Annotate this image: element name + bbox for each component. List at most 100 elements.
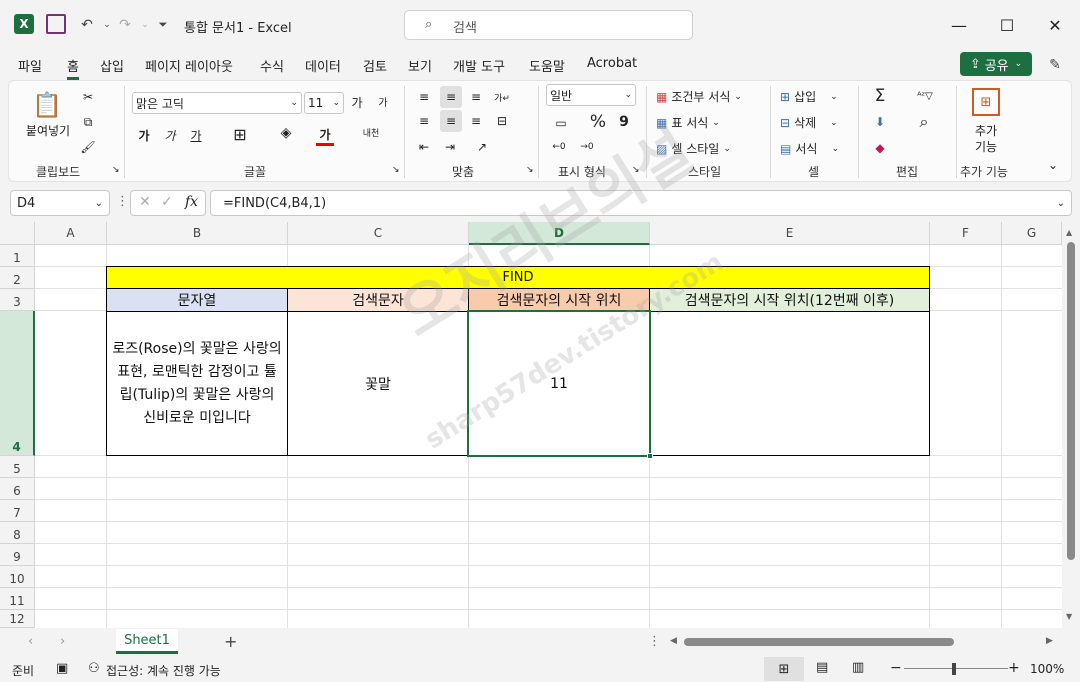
formula-input[interactable]: =FIND(C4,B4,1) ⌄ — [210, 190, 1072, 216]
italic-button[interactable]: 가 — [162, 127, 178, 144]
tab-split-icon[interactable]: ⋮ — [648, 634, 661, 649]
add-ins-icon[interactable]: ⊞ — [972, 88, 1000, 116]
row-header-6[interactable]: 6 — [0, 478, 35, 500]
sort-filter-icon[interactable]: ᴬᶻ▽ — [910, 86, 940, 106]
font-color-button[interactable]: 가 — [316, 126, 334, 146]
tab-insert[interactable]: 삽입 — [100, 56, 124, 75]
increase-indent-icon[interactable]: ⇥ — [440, 138, 460, 156]
row-header-9[interactable]: 9 — [0, 544, 35, 566]
zoom-slider-track[interactable] — [904, 668, 1008, 669]
row-header-5[interactable]: 5 — [0, 456, 35, 478]
column-header-e[interactable]: E — [650, 222, 930, 245]
scroll-left-icon[interactable]: ◀ — [670, 636, 677, 646]
font-launcher-icon[interactable]: ↘ — [392, 165, 400, 175]
clipboard-launcher-icon[interactable]: ↘ — [112, 165, 120, 175]
merge-center-icon[interactable]: ⊟ — [492, 112, 512, 130]
normal-view-icon[interactable]: ⊞ — [764, 657, 804, 681]
add-ins-label-1[interactable]: 추가 — [966, 122, 1006, 139]
tab-view[interactable]: 보기 — [408, 56, 432, 75]
align-center-icon[interactable]: ≡ — [440, 110, 462, 132]
add-sheet-button[interactable]: + — [224, 632, 237, 651]
cancel-icon[interactable]: ✕ — [139, 194, 151, 210]
enter-icon[interactable]: ✓ — [161, 194, 173, 210]
find-select-icon[interactable]: ⌕ — [912, 112, 936, 132]
row-header-3[interactable]: 3 — [0, 289, 35, 311]
sheet-tab-sheet1[interactable]: Sheet1 — [116, 629, 178, 654]
decrease-font-icon[interactable]: 가 — [374, 94, 392, 109]
minimize-button[interactable]: — — [936, 10, 982, 40]
horizontal-scroll-thumb[interactable] — [684, 638, 954, 646]
cell-e4[interactable] — [649, 311, 930, 456]
zoom-level[interactable]: 100% — [1030, 662, 1064, 676]
phonetic-icon[interactable]: 내천 — [360, 126, 382, 139]
row-header-2[interactable]: 2 — [0, 267, 35, 289]
comments-icon[interactable]: ✎ — [1044, 54, 1066, 76]
borders-icon[interactable]: ⊞ — [230, 125, 250, 144]
clear-icon[interactable]: ◆ — [870, 138, 890, 158]
tab-review[interactable]: 검토 — [363, 56, 387, 75]
tab-data[interactable]: 데이터 — [305, 56, 341, 75]
row-header-4[interactable]: 4 — [0, 311, 35, 456]
align-middle-icon[interactable]: ≡ — [440, 86, 462, 108]
close-button[interactable]: ✕ — [1032, 10, 1078, 40]
search-box[interactable]: ⌕ 검색 — [404, 10, 693, 40]
cell-e3-header[interactable]: 검색문자의 시작 위치(12번째 이후) — [649, 288, 930, 312]
tab-home[interactable]: 홈 — [67, 56, 79, 80]
font-size-select[interactable]: 11 ⌄ — [304, 92, 344, 114]
accounting-format-icon[interactable]: ▭ — [550, 114, 572, 132]
copy-icon[interactable]: ⧉ — [78, 113, 98, 131]
vertical-scrollbar[interactable]: ▲ ▼ — [1062, 222, 1080, 628]
tab-help[interactable]: 도움말 — [529, 56, 565, 75]
font-name-select[interactable]: 맑은 고딕 ⌄ — [132, 92, 302, 114]
orientation-icon[interactable]: ↗ — [472, 138, 492, 156]
percent-button[interactable]: % — [588, 112, 608, 132]
accessibility-status[interactable]: 접근성: 계속 진행 가능 — [106, 662, 221, 679]
comma-button[interactable]: 9 — [616, 112, 632, 132]
scroll-right-icon[interactable]: ▶ — [1046, 636, 1053, 646]
cell-c3-header[interactable]: 검색문자 — [287, 288, 469, 312]
macro-record-icon[interactable]: ▣ — [56, 661, 68, 676]
tab-file[interactable]: 파일 — [18, 56, 42, 75]
next-sheet-icon[interactable]: › — [60, 634, 65, 649]
insert-function-button[interactable]: fx — [185, 194, 198, 210]
align-top-icon[interactable]: ≡ — [414, 88, 434, 106]
decrease-indent-icon[interactable]: ⇤ — [414, 138, 434, 156]
insert-cells-button[interactable]: ⊞ 삽입 ⌄ — [780, 88, 838, 105]
zoom-slider-thumb[interactable] — [952, 663, 956, 675]
ribbon-collapse-icon[interactable]: ⌄ — [1048, 158, 1058, 172]
alignment-launcher-icon[interactable]: ↘ — [526, 165, 534, 175]
increase-font-icon[interactable]: 가 — [348, 94, 366, 111]
cell-b4[interactable]: 로즈(Rose)의 꽃말은 사랑의 표현, 로맨틱한 감정이고 튤립(Tulip… — [106, 311, 288, 456]
row-header-8[interactable]: 8 — [0, 522, 35, 544]
redo-icon[interactable]: ↷ — [114, 14, 136, 36]
underline-button[interactable]: 가 — [188, 127, 204, 144]
wrap-text-icon[interactable]: 가↵ — [492, 88, 512, 106]
fill-handle[interactable] — [647, 453, 653, 459]
accessibility-icon[interactable]: ⚇ — [88, 661, 100, 676]
select-all-button[interactable] — [0, 222, 35, 245]
fill-icon[interactable]: ⬇ — [870, 112, 890, 132]
tab-developer[interactable]: 개발 도구 — [453, 56, 505, 75]
increase-decimal-icon[interactable]: ←0 — [548, 138, 570, 156]
align-bottom-icon[interactable]: ≡ — [466, 88, 486, 106]
autosum-button[interactable]: Σ — [870, 86, 890, 106]
cell-b3-header[interactable]: 문자열 — [106, 288, 288, 312]
cut-icon[interactable]: ✂ — [78, 88, 98, 106]
page-layout-view-icon[interactable]: ▤ — [816, 660, 828, 675]
scroll-up-icon[interactable]: ▲ — [1066, 228, 1072, 237]
tab-acrobat[interactable]: Acrobat — [587, 56, 637, 71]
row-header-11[interactable]: 11 — [0, 588, 35, 610]
paste-button-label[interactable]: 붙여넣기 — [20, 122, 76, 139]
cell-c4[interactable]: 꽃말 — [287, 311, 469, 456]
conditional-format-button[interactable]: ▦ 조건부 서식 ⌄ — [656, 88, 742, 105]
cell-d3-header[interactable]: 검색문자의 시작 위치 — [468, 288, 650, 312]
cell-styles-button[interactable]: ▨ 셀 스타일 ⌄ — [656, 140, 731, 157]
column-header-b[interactable]: B — [107, 222, 288, 245]
column-header-f[interactable]: F — [930, 222, 1002, 245]
scroll-down-icon[interactable]: ▼ — [1066, 612, 1072, 621]
paste-icon[interactable]: 📋 — [30, 88, 64, 122]
share-button[interactable]: ⇪ 공유 ⌄ — [960, 52, 1032, 76]
tab-page-layout[interactable]: 페이지 레이아웃 — [145, 56, 233, 75]
number-launcher-icon[interactable]: ↘ — [632, 165, 640, 175]
column-header-c[interactable]: C — [288, 222, 469, 245]
